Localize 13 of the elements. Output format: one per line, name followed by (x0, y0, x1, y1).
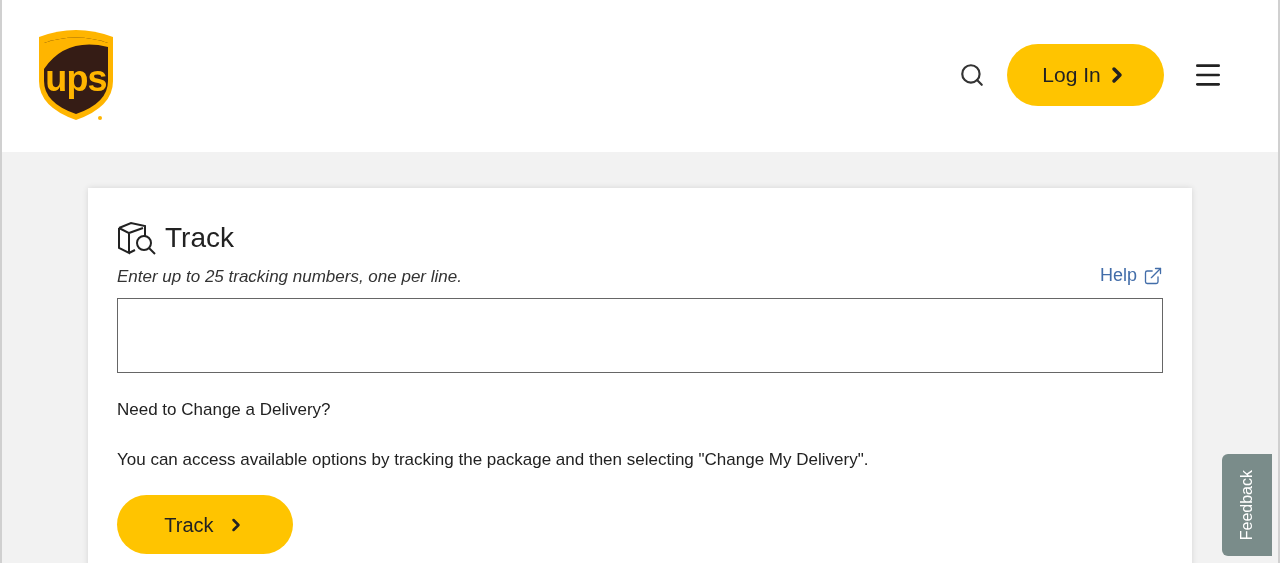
track-button[interactable]: Track (117, 495, 293, 554)
instruction-text: Enter up to 25 tracking numbers, one per line. (117, 265, 462, 288)
tracking-numbers-field[interactable] (117, 298, 1163, 373)
help-link[interactable]: Help (1099, 262, 1163, 289)
change-delivery-question: Need to Change a Delivery? (117, 399, 332, 421)
package-search-icon (117, 220, 157, 256)
login-button[interactable]: Log In (1007, 44, 1164, 106)
change-delivery-info: You can access available options by tracking the package and then selecting "Change My Delivery". (117, 448, 870, 471)
feedback-tab[interactable]: Feedback (1222, 454, 1272, 556)
external-link-icon (1143, 265, 1163, 286)
search-icon[interactable] (959, 62, 985, 88)
logo[interactable]: ups (36, 29, 116, 123)
track-title: Track (165, 224, 234, 252)
